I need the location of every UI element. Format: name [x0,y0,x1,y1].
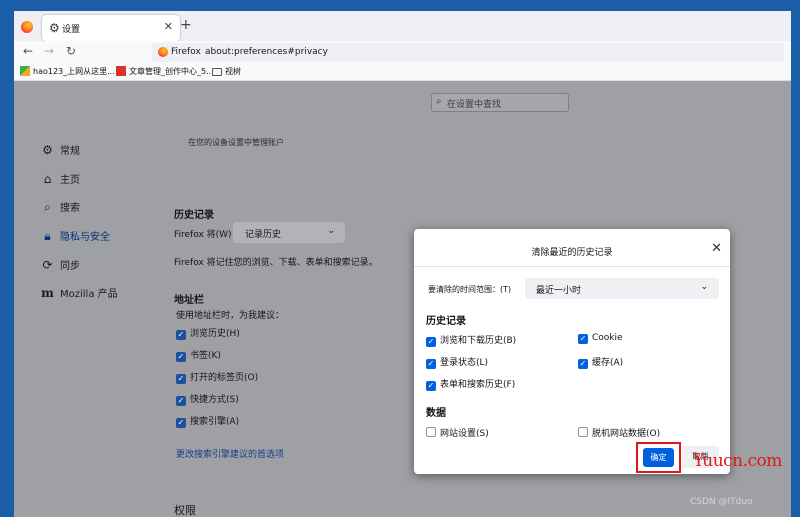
highlight-box [636,442,681,473]
history-description: Firefox 将记住您的浏览、下载、表单和搜索记录。 [174,258,378,268]
sidebar-item-general[interactable]: ⚙ 常规 [40,142,80,160]
check-icon: ✓ [426,337,436,347]
sidebar-item-mozilla[interactable]: m Mozilla 产品 [40,285,118,303]
address-bar-description: 使用地址栏时，为我建议： [176,311,285,321]
check-icon: ✓ [176,374,186,384]
clear-logins-checkbox[interactable]: ✓ 登录状态(L) [426,355,488,369]
clear-browsing-history-checkbox[interactable]: ✓ 浏览和下载历史(B) [426,333,516,347]
check-icon: ✓ [176,418,186,428]
dialog-data-title: 数据 [426,408,446,419]
chevron-down-icon: ⌄ [700,282,708,292]
tab-settings[interactable]: ⚙ 设置 ✕ [42,15,180,41]
history-mode-select[interactable]: 记录历史 ⌄ [233,222,345,243]
time-range-select[interactable]: 最近一小时 ⌄ [525,278,719,299]
check-icon: ✓ [176,352,186,362]
reload-button[interactable]: ↻ [66,44,76,58]
firefox-logo-icon[interactable] [21,21,33,33]
history-mode-value: 记录历史 [245,230,282,240]
bookmarks-toolbar: hao123_上网从这里... 文章管理_创作中心_5... 视树 [14,63,791,81]
check-icon: ✓ [176,396,186,406]
sidebar-item-sync[interactable]: ⟳ 同步 [40,257,80,275]
folder-icon [212,68,222,76]
clear-site-settings-checkbox[interactable]: 网站设置(S) [426,426,489,439]
mozilla-icon: m [41,286,54,300]
search-icon: ⌕ [436,96,442,107]
sidebar-item-search[interactable]: ⌕ 搜索 [40,199,80,217]
back-button[interactable]: ← [23,44,33,58]
dialog-title: 清除最近的历史记录 [531,248,613,258]
new-tab-button[interactable]: + [180,17,192,33]
bookmark-hao123[interactable]: hao123_上网从这里... [20,66,115,77]
gear-icon: ⚙ [42,143,53,157]
bookmark-folder[interactable]: 视树 [212,66,241,77]
site-watermark: Yuucn.com [693,451,782,471]
check-icon: ✓ [578,334,588,344]
search-suggestion-prefs-link[interactable]: 更改搜索引擎建议的首选项 [176,447,284,460]
search-icon: ⌕ [44,200,51,214]
managed-account-notice: 在您的设备设置中管理账户 [188,138,284,147]
history-section-title: 历史记录 [174,210,214,221]
sidebar-item-home[interactable]: ⌂ 主页 [40,171,80,189]
suggest-search-engines-checkbox[interactable]: ✓ 搜索引擎(A) [176,414,239,428]
clear-form-history-checkbox[interactable]: ✓ 表单和搜索历史(F) [426,377,515,391]
suggest-shortcuts-checkbox[interactable]: ✓ 快捷方式(S) [176,392,239,406]
permissions-section-title: 权限 [174,504,196,517]
credit-watermark: CSDN @ITduo [690,497,753,507]
check-icon: ✓ [578,359,588,369]
unchecked-box-icon [578,427,588,437]
sidebar-item-privacy[interactable]: 🔒︎ 隐私与安全 [40,228,110,246]
close-icon[interactable]: ✕ [711,242,722,255]
home-icon: ⌂ [43,172,52,186]
lock-icon: 🔒︎ [44,229,51,243]
dialog-divider [414,266,730,267]
time-range-value: 最近一小时 [536,286,582,296]
check-icon: ✓ [176,330,186,340]
url-identity-label: Firefox [171,47,201,57]
firefox-identity-icon [158,47,168,57]
check-icon: ✓ [426,359,436,369]
url-text[interactable]: about:preferences#privacy [205,47,328,57]
suggest-bookmarks-checkbox[interactable]: ✓ 书签(K) [176,348,221,362]
time-range-label: 要清除的时间范围：(T) [428,285,512,294]
clear-cache-checkbox[interactable]: ✓ 缓存(A) [578,355,623,369]
tab-strip: ⚙ 设置 ✕ + [14,11,791,43]
tab-close-icon[interactable]: ✕ [164,20,173,33]
csdn-favicon-icon [116,66,126,76]
sync-icon: ⟳ [42,258,53,272]
suggest-open-tabs-checkbox[interactable]: ✓ 打开的标签页(O) [176,370,258,384]
search-placeholder: 在设置中查找 [447,100,502,110]
clear-offline-data-checkbox[interactable]: 脱机网站数据(O) [578,426,660,439]
settings-search-input[interactable]: ⌕ 在设置中查找 [431,93,569,112]
clear-cookies-checkbox[interactable]: ✓ Cookie [578,333,623,344]
history-mode-label: Firefox 将(W) [174,230,232,240]
address-bar-section-title: 地址栏 [174,295,204,306]
navigation-toolbar: ← → ↻ Firefox about:preferences#privacy [14,41,791,63]
chevron-down-icon: ⌄ [327,226,335,236]
forward-button[interactable]: → [44,44,54,58]
dialog-history-title: 历史记录 [426,316,466,327]
tab-title: 设置 [62,25,81,35]
hao123-favicon-icon [20,66,30,76]
bookmark-csdn[interactable]: 文章管理_创作中心_5... [116,66,214,77]
unchecked-box-icon [426,427,436,437]
suggest-history-checkbox[interactable]: ✓ 浏览历史(H) [176,326,240,340]
clear-history-dialog: 清除最近的历史记录 ✕ 要清除的时间范围：(T) 最近一小时 ⌄ 历史记录 ✓ 浏… [414,229,730,474]
check-icon: ✓ [426,381,436,391]
url-bar[interactable]: Firefox about:preferences#privacy [152,43,784,62]
gear-icon: ⚙ [49,21,60,35]
